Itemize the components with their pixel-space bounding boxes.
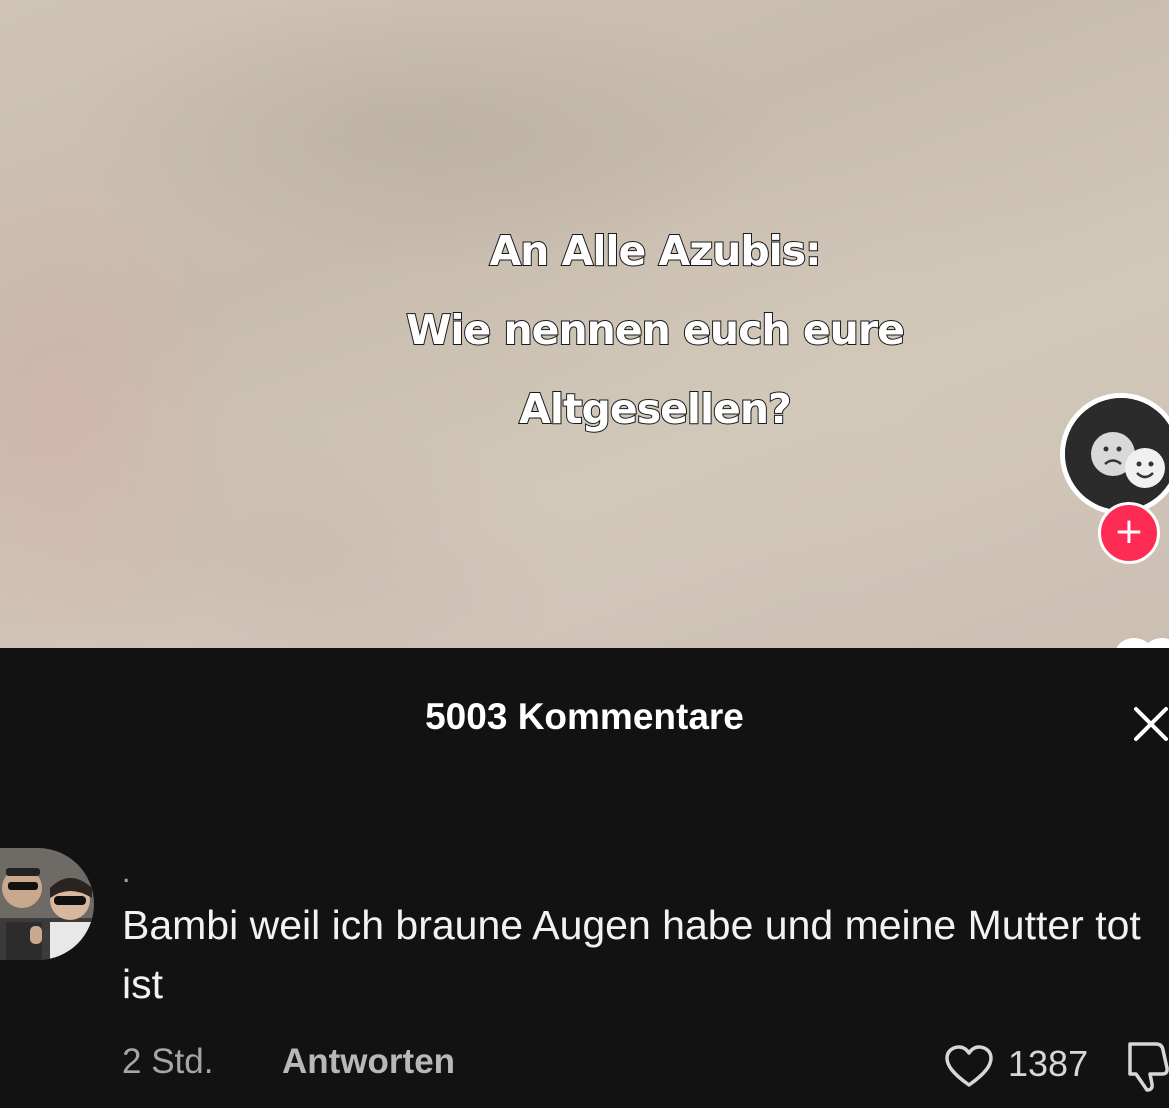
video-player[interactable]: An Alle Azubis: Wie nennen euch eure Alt…	[0, 0, 1169, 648]
comment-timestamp: 2 Std.	[122, 1042, 214, 1081]
like-count: 1387	[1008, 1043, 1089, 1084]
avatar[interactable]	[0, 848, 94, 960]
follow-button[interactable]: +	[1098, 502, 1160, 564]
like-heart-icon[interactable]	[1110, 628, 1169, 648]
heart-outline-icon[interactable]	[944, 1045, 994, 1089]
caption-line-1: An Alle Azubis:	[488, 226, 822, 276]
thumbs-down-icon[interactable]	[1122, 1040, 1169, 1092]
comment-text: Bambi weil ich braune Augen habe und mei…	[122, 902, 1141, 1007]
caption-line-2: Wie nennen euch eure	[405, 305, 906, 355]
plus-icon: +	[1113, 511, 1145, 552]
close-icon[interactable]	[1130, 703, 1169, 743]
comments-panel: 5003 Kommentare . Bambi weil ich braune …	[0, 648, 1169, 1108]
video-caption-overlay: An Alle Azubis: Wie nennen euch eure Alt…	[300, 212, 1010, 449]
creator-avatar[interactable]	[1060, 393, 1169, 515]
caption-line-3: Altgesellen?	[518, 384, 793, 434]
comments-count-title: 5003 Kommentare	[425, 696, 744, 737]
reply-button[interactable]: Antworten	[282, 1042, 455, 1082]
creator-avatar-image	[1065, 398, 1169, 510]
comment-author[interactable]: .	[122, 856, 130, 890]
